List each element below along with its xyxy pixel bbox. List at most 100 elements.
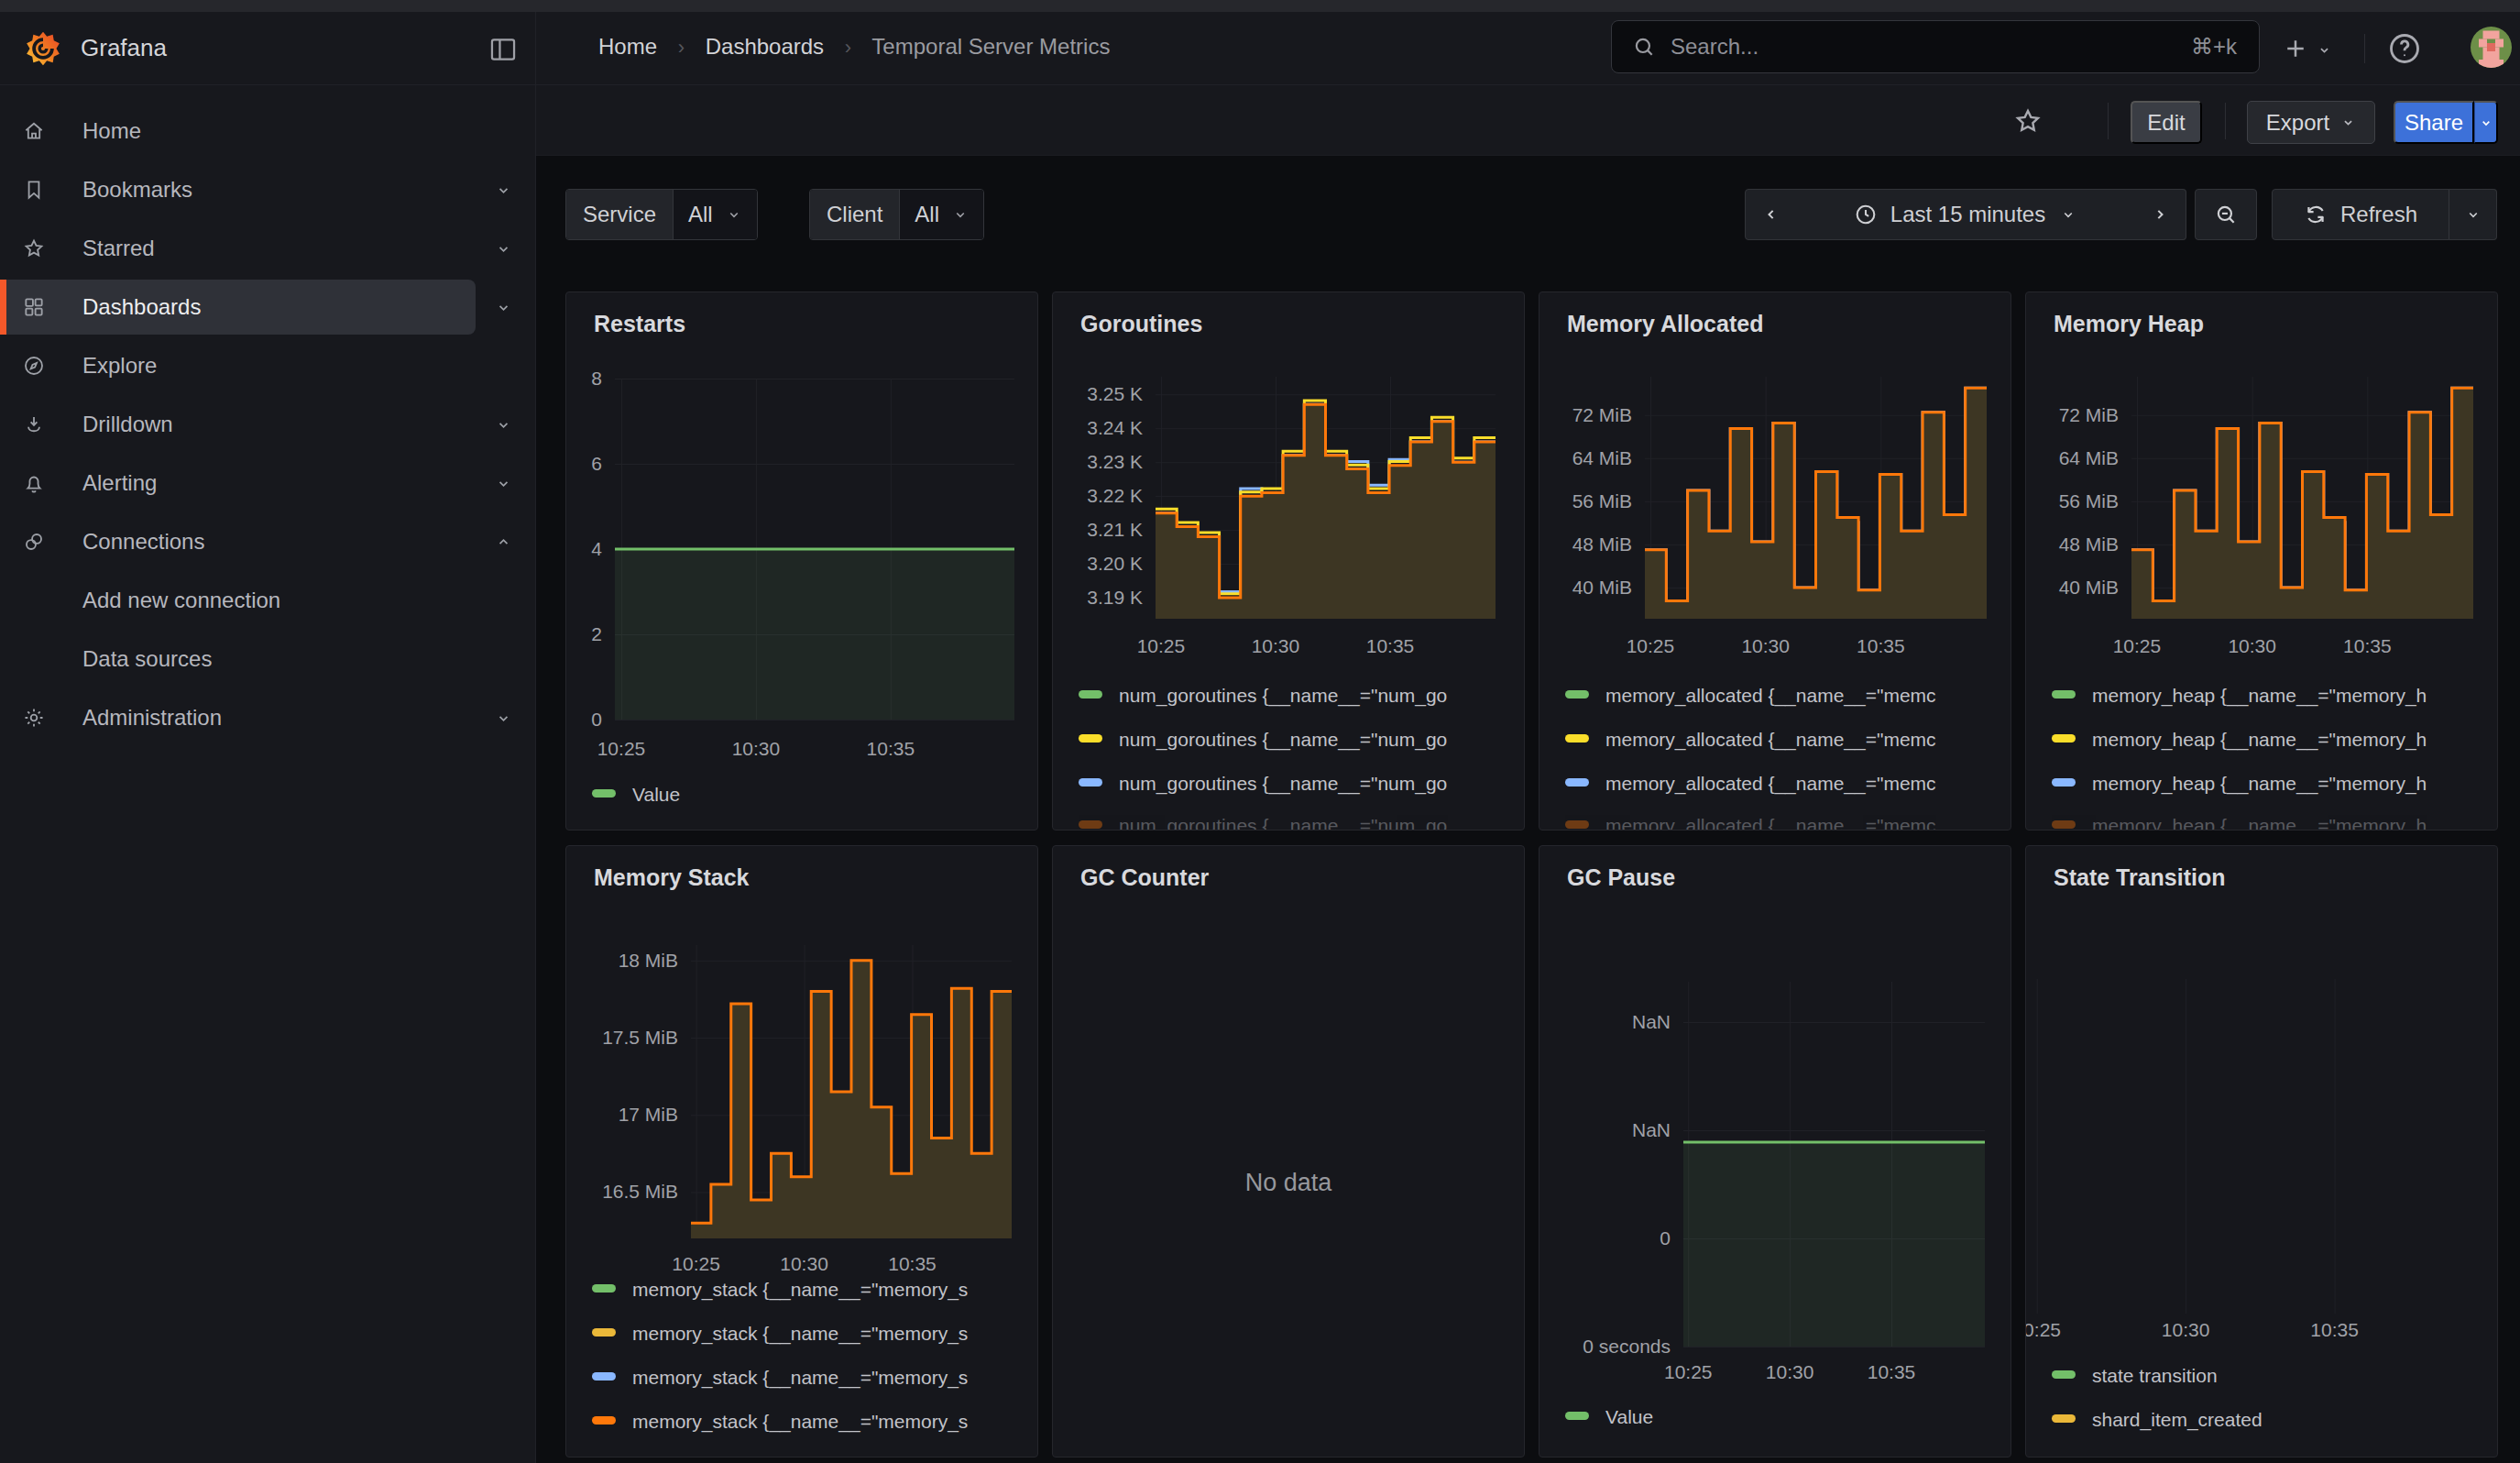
legend-item[interactable]: num_goroutines {__name__="num_go — [1079, 685, 1447, 707]
sidebar-item-bookmarks[interactable]: Bookmarks — [0, 162, 536, 217]
toolbar-divider — [2225, 103, 2226, 139]
export-button[interactable]: Export — [2247, 101, 2375, 144]
bell-icon — [22, 471, 46, 495]
svg-text:0 seconds: 0 seconds — [1583, 1336, 1671, 1357]
sidebar-item-starred[interactable]: Starred — [0, 221, 536, 276]
svg-text:10:35: 10:35 — [867, 738, 915, 759]
chart[interactable]: NaNNaN00 seconds10:2510:3010:35 — [1539, 846, 2011, 1458]
legend-swatch — [1565, 820, 1589, 829]
panel-title[interactable]: GC Counter — [1080, 864, 1209, 891]
sidebar-item-alerting[interactable]: Alerting — [0, 456, 536, 511]
variable-service-value[interactable]: All — [673, 190, 757, 239]
grafana-logo[interactable] — [26, 31, 60, 66]
star-button[interactable] — [2012, 105, 2043, 137]
share-dropdown-button[interactable] — [2474, 101, 2498, 144]
legend-item[interactable]: memory_heap {__name__="memory_h — [2052, 729, 2427, 751]
sidebar-header: Grafana — [0, 12, 536, 85]
legend-swatch — [1079, 820, 1102, 829]
chevron-down-icon[interactable] — [495, 475, 512, 492]
legend-swatch — [1079, 734, 1102, 742]
legend-item[interactable]: memory_allocated {__name__="memc — [1565, 685, 1936, 707]
legend-swatch — [2052, 690, 2076, 698]
svg-text:56 MiB: 56 MiB — [2059, 490, 2119, 512]
variable-client-value[interactable]: All — [899, 190, 983, 239]
legend-item[interactable]: memory_heap {__name__="memory_h — [2052, 773, 2427, 795]
add-button[interactable] — [2282, 35, 2309, 62]
legend-item[interactable]: num_goroutines {__name__="num_go — [1079, 729, 1447, 751]
legend-swatch — [1565, 778, 1589, 786]
legend-swatch — [592, 1328, 616, 1336]
legend-item[interactable]: num_goroutines {__name__="num_go — [1079, 773, 1447, 795]
sidebar-item-drilldown[interactable]: Drilldown — [0, 397, 536, 452]
svg-text:10:35: 10:35 — [1857, 635, 1905, 656]
toolbar-divider — [2108, 103, 2109, 139]
legend-item[interactable]: shard_item_created — [2052, 1409, 2263, 1431]
breadcrumb-home[interactable]: Home — [598, 34, 657, 59]
variable-client-label: Client — [810, 190, 899, 239]
legend-swatch — [2052, 1370, 2076, 1379]
svg-text:10:35: 10:35 — [1366, 635, 1415, 656]
breadcrumb-dashboards[interactable]: Dashboards — [706, 34, 824, 59]
sidebar-item-add-new-connection[interactable]: Add new connection — [0, 573, 536, 628]
svg-text:10:25: 10:25 — [1664, 1361, 1713, 1382]
legend-label: num_goroutines {__name__="num_go — [1119, 773, 1447, 794]
legend-label: shard_item_created — [2092, 1409, 2263, 1430]
search-placeholder: Search... — [1671, 34, 1759, 60]
sidebar-item-label: Home — [82, 118, 141, 144]
chevron-down-icon[interactable] — [495, 416, 512, 434]
time-range-picker[interactable]: Last 15 minutes — [1796, 189, 2135, 240]
sidebar-collapse-icon[interactable] — [488, 34, 519, 65]
sidebar-item-administration[interactable]: Administration — [0, 690, 536, 745]
share-button[interactable]: Share — [2394, 101, 2474, 144]
page-header: Home › Dashboards › Temporal Server Metr… — [536, 12, 2520, 85]
edit-button[interactable]: Edit — [2131, 101, 2202, 144]
sidebar-item-data-sources[interactable]: Data sources — [0, 632, 536, 687]
search-input[interactable]: Search... ⌘+k — [1611, 20, 2260, 73]
legend-swatch — [592, 1372, 616, 1380]
legend-label: memory_allocated {__name__="memc — [1605, 815, 1936, 830]
chevron-down-icon[interactable] — [495, 299, 512, 316]
sidebar-item-explore[interactable]: Explore — [0, 338, 536, 393]
add-chevron-icon[interactable] — [2317, 42, 2332, 58]
legend-item[interactable]: state transition — [2052, 1365, 2218, 1387]
time-forward-button[interactable] — [2134, 189, 2186, 240]
svg-text:10:30: 10:30 — [2162, 1319, 2210, 1340]
legend-item[interactable]: memory_allocated {__name__="memc — [1565, 729, 1936, 751]
legend-item[interactable]: memory_stack {__name__="memory_s — [592, 1279, 968, 1301]
zoom-out-button[interactable] — [2195, 189, 2257, 240]
sidebar-item-connections[interactable]: Connections — [0, 514, 536, 569]
svg-text:17.5 MiB: 17.5 MiB — [602, 1027, 678, 1048]
help-icon[interactable] — [2386, 30, 2423, 67]
svg-text:10:25: 10:25 — [2026, 1319, 2061, 1340]
home-icon — [22, 119, 46, 143]
chevron-up-icon[interactable] — [495, 534, 512, 551]
chart[interactable]: 18 MiB17.5 MiB17 MiB16.5 MiB10:2510:3010… — [566, 846, 1038, 1458]
legend-item[interactable]: Value — [1565, 1406, 1653, 1428]
legend-item[interactable]: memory_heap {__name__="memory_h — [2052, 815, 2427, 830]
svg-text:3.20 K: 3.20 K — [1087, 553, 1143, 574]
legend-swatch — [1565, 690, 1589, 698]
sidebar-item-dashboards[interactable]: Dashboards — [0, 280, 536, 335]
refresh-interval-button[interactable] — [2449, 189, 2497, 240]
time-back-button[interactable] — [1745, 189, 1797, 240]
link-icon — [22, 530, 46, 554]
chevron-down-icon[interactable] — [495, 182, 512, 199]
chart[interactable]: 8642010:2510:3010:35 — [566, 292, 1038, 830]
sidebar-item-label: Drilldown — [82, 412, 173, 437]
sidebar-item-home[interactable]: Home — [0, 104, 536, 159]
refresh-button[interactable]: Refresh — [2272, 189, 2449, 240]
legend-item[interactable]: memory_stack {__name__="memory_s — [592, 1323, 968, 1345]
legend-item[interactable]: memory_heap {__name__="memory_h — [2052, 685, 2427, 707]
chevron-down-icon[interactable] — [495, 240, 512, 258]
legend-item[interactable]: memory_allocated {__name__="memc — [1565, 773, 1936, 795]
brand-title: Grafana — [81, 34, 167, 62]
legend-item[interactable]: memory_allocated {__name__="memc — [1565, 815, 1936, 830]
legend-item[interactable]: num_goroutines {__name__="num_go — [1079, 815, 1447, 830]
svg-text:8: 8 — [591, 368, 602, 389]
sidebar-nav: Home BookmarksStarredDashboardsExplore Dri… — [0, 86, 536, 1463]
legend-item[interactable]: memory_stack {__name__="memory_s — [592, 1411, 968, 1433]
legend-item[interactable]: memory_stack {__name__="memory_s — [592, 1367, 968, 1389]
legend-item[interactable]: Value — [592, 784, 680, 806]
avatar[interactable] — [2471, 27, 2512, 68]
chevron-down-icon[interactable] — [495, 710, 512, 727]
